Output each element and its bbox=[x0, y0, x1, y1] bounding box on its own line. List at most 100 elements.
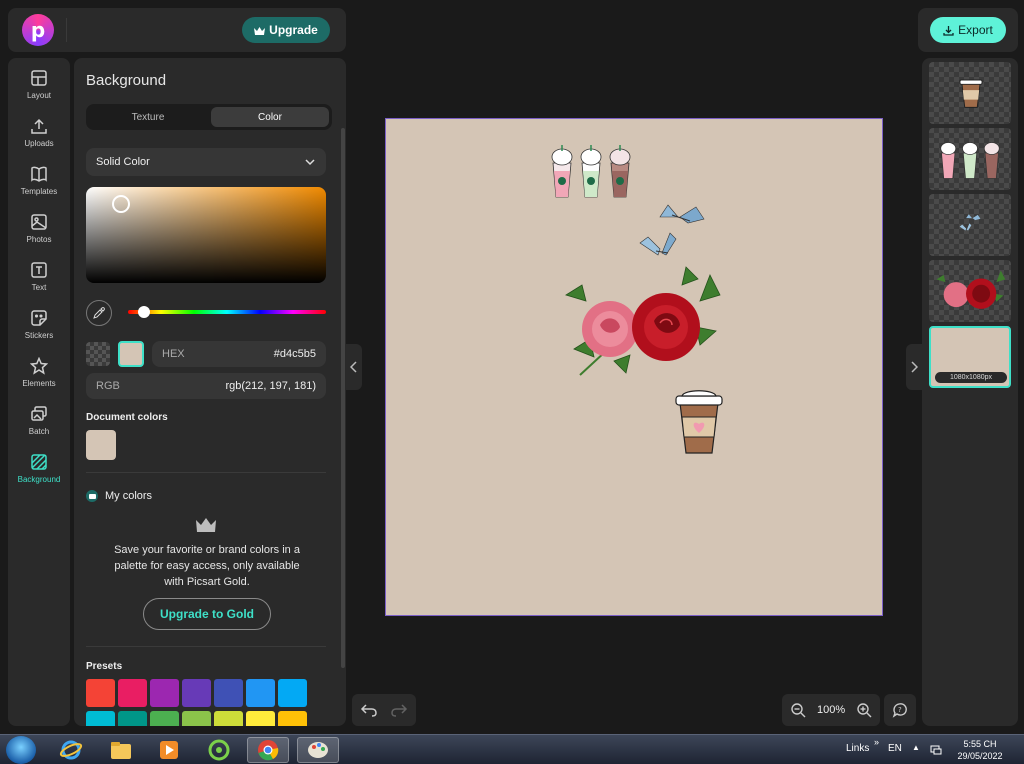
hex-value[interactable]: #d4c5b5 bbox=[274, 348, 316, 360]
rail-item-background[interactable]: Background bbox=[8, 452, 70, 496]
rail-item-stickers[interactable]: Stickers bbox=[8, 308, 70, 352]
picker-handle[interactable] bbox=[112, 195, 130, 213]
redo-icon[interactable] bbox=[390, 701, 408, 719]
app-icon[interactable] bbox=[198, 737, 240, 763]
crown-icon bbox=[196, 518, 216, 532]
collapse-left-panel-button[interactable] bbox=[346, 344, 362, 390]
rail-item-elements[interactable]: Elements bbox=[8, 356, 70, 400]
preset-swatch[interactable] bbox=[150, 679, 179, 707]
internet-explorer-icon[interactable] bbox=[50, 737, 92, 763]
chevron-right-double-icon[interactable]: » bbox=[874, 737, 879, 747]
clock[interactable]: 5:55 CH 29/05/2022 bbox=[952, 738, 1008, 762]
media-player-icon[interactable] bbox=[148, 737, 190, 763]
rail-item-templates[interactable]: Templates bbox=[8, 164, 70, 208]
picsart-logo[interactable]: p bbox=[22, 14, 54, 46]
divider bbox=[86, 646, 326, 647]
texture-color-toggle: Texture Color bbox=[86, 104, 332, 130]
preset-swatch[interactable] bbox=[182, 711, 211, 726]
fill-type-dropdown[interactable]: Solid Color bbox=[86, 148, 326, 176]
preset-swatch[interactable] bbox=[278, 679, 307, 707]
hex-label: HEX bbox=[162, 348, 185, 360]
undo-icon[interactable] bbox=[360, 701, 378, 719]
chevron-left-icon bbox=[350, 361, 357, 373]
preset-swatch[interactable] bbox=[246, 679, 275, 707]
preset-swatch[interactable] bbox=[150, 711, 179, 726]
divider bbox=[86, 472, 326, 473]
links-toolbar[interactable]: Links bbox=[846, 743, 869, 754]
preset-swatch[interactable] bbox=[118, 711, 147, 726]
batch-icon bbox=[29, 404, 49, 424]
rail-label: Photos bbox=[26, 235, 52, 244]
coffee-cup-thumbnail bbox=[959, 79, 983, 108]
layer-thumbnail[interactable] bbox=[929, 128, 1011, 190]
transparent-swatch[interactable] bbox=[86, 342, 110, 366]
collapse-right-panel-button[interactable] bbox=[906, 344, 922, 390]
my-colors-label: My colors bbox=[105, 490, 153, 502]
book-icon bbox=[29, 164, 49, 184]
rail-label: Layout bbox=[26, 91, 52, 100]
preset-swatch[interactable] bbox=[246, 711, 275, 726]
text-icon bbox=[29, 260, 49, 280]
zoom-out-icon[interactable] bbox=[790, 702, 806, 718]
rail-item-photos[interactable]: Photos bbox=[8, 212, 70, 256]
rail-label: Background bbox=[17, 475, 61, 484]
upgrade-label: Upgrade bbox=[269, 23, 318, 37]
coffee-cup-sticker[interactable] bbox=[674, 387, 724, 455]
roses-sticker[interactable] bbox=[560, 265, 722, 377]
preset-swatch[interactable] bbox=[182, 679, 211, 707]
hex-field[interactable]: HEX #d4c5b5 bbox=[152, 341, 326, 367]
clock-date: 29/05/2022 bbox=[957, 751, 1003, 761]
current-color-swatch[interactable] bbox=[118, 341, 144, 367]
upgrade-to-gold-button[interactable]: Upgrade to Gold bbox=[143, 598, 271, 630]
zoom-in-icon[interactable] bbox=[856, 702, 872, 718]
hue-slider[interactable] bbox=[128, 310, 326, 314]
upgrade-button[interactable]: Upgrade bbox=[242, 17, 330, 43]
document-color-swatch[interactable] bbox=[86, 430, 116, 460]
start-button[interactable] bbox=[6, 736, 36, 764]
layer-thumbnail[interactable] bbox=[929, 62, 1011, 124]
crown-icon bbox=[254, 26, 266, 35]
preset-swatch[interactable] bbox=[86, 711, 115, 726]
layer-thumbnail-background[interactable]: 1080x1080px bbox=[929, 326, 1011, 388]
rgb-field[interactable]: RGB rgb(212, 197, 181) bbox=[86, 373, 326, 399]
export-button[interactable]: Export bbox=[930, 17, 1006, 43]
butterflies-thumbnail bbox=[959, 214, 981, 231]
drinks-thumbnail bbox=[940, 142, 1000, 179]
paint-icon[interactable] bbox=[297, 737, 339, 763]
network-icon[interactable] bbox=[930, 744, 942, 756]
preset-swatch[interactable] bbox=[278, 711, 307, 726]
preset-swatch[interactable] bbox=[118, 679, 147, 707]
clock-time: 5:55 CH bbox=[963, 739, 997, 749]
rail-item-uploads[interactable]: Uploads bbox=[8, 116, 70, 160]
background-icon bbox=[29, 452, 49, 472]
design-canvas[interactable] bbox=[385, 118, 883, 616]
tab-texture[interactable]: Texture bbox=[89, 107, 207, 127]
rail-label: Stickers bbox=[24, 331, 54, 340]
panel-scrollbar[interactable] bbox=[341, 128, 345, 668]
tab-color[interactable]: Color bbox=[211, 107, 329, 127]
rgb-value[interactable]: rgb(212, 197, 181) bbox=[225, 380, 316, 392]
color-saturation-picker[interactable] bbox=[86, 187, 326, 283]
help-button[interactable]: ? bbox=[884, 694, 916, 726]
layer-thumbnail[interactable] bbox=[929, 194, 1011, 256]
rail-item-text[interactable]: Text bbox=[8, 260, 70, 304]
preset-swatch[interactable] bbox=[214, 711, 243, 726]
layers-panel: 1080x1080px bbox=[922, 58, 1018, 726]
eyedropper-button[interactable] bbox=[86, 300, 112, 326]
preset-swatch[interactable] bbox=[86, 679, 115, 707]
file-explorer-icon[interactable] bbox=[100, 737, 142, 763]
rail-item-layout[interactable]: Layout bbox=[8, 68, 70, 112]
drinks-sticker[interactable] bbox=[548, 143, 634, 199]
zoom-level[interactable]: 100% bbox=[817, 704, 845, 716]
left-rail: Layout Uploads Templates Photos Text Sti… bbox=[8, 58, 70, 726]
hue-slider-handle[interactable] bbox=[138, 306, 150, 318]
language-indicator[interactable]: EN bbox=[888, 743, 902, 754]
logo-letter: p bbox=[30, 18, 46, 42]
preset-swatch[interactable] bbox=[214, 679, 243, 707]
butterflies-sticker[interactable] bbox=[638, 203, 712, 261]
chrome-icon[interactable] bbox=[247, 737, 289, 763]
tray-expand-icon[interactable]: ▲ bbox=[912, 743, 920, 752]
layer-thumbnail[interactable] bbox=[929, 260, 1011, 322]
download-icon bbox=[943, 25, 954, 36]
rail-item-batch[interactable]: Batch bbox=[8, 404, 70, 448]
